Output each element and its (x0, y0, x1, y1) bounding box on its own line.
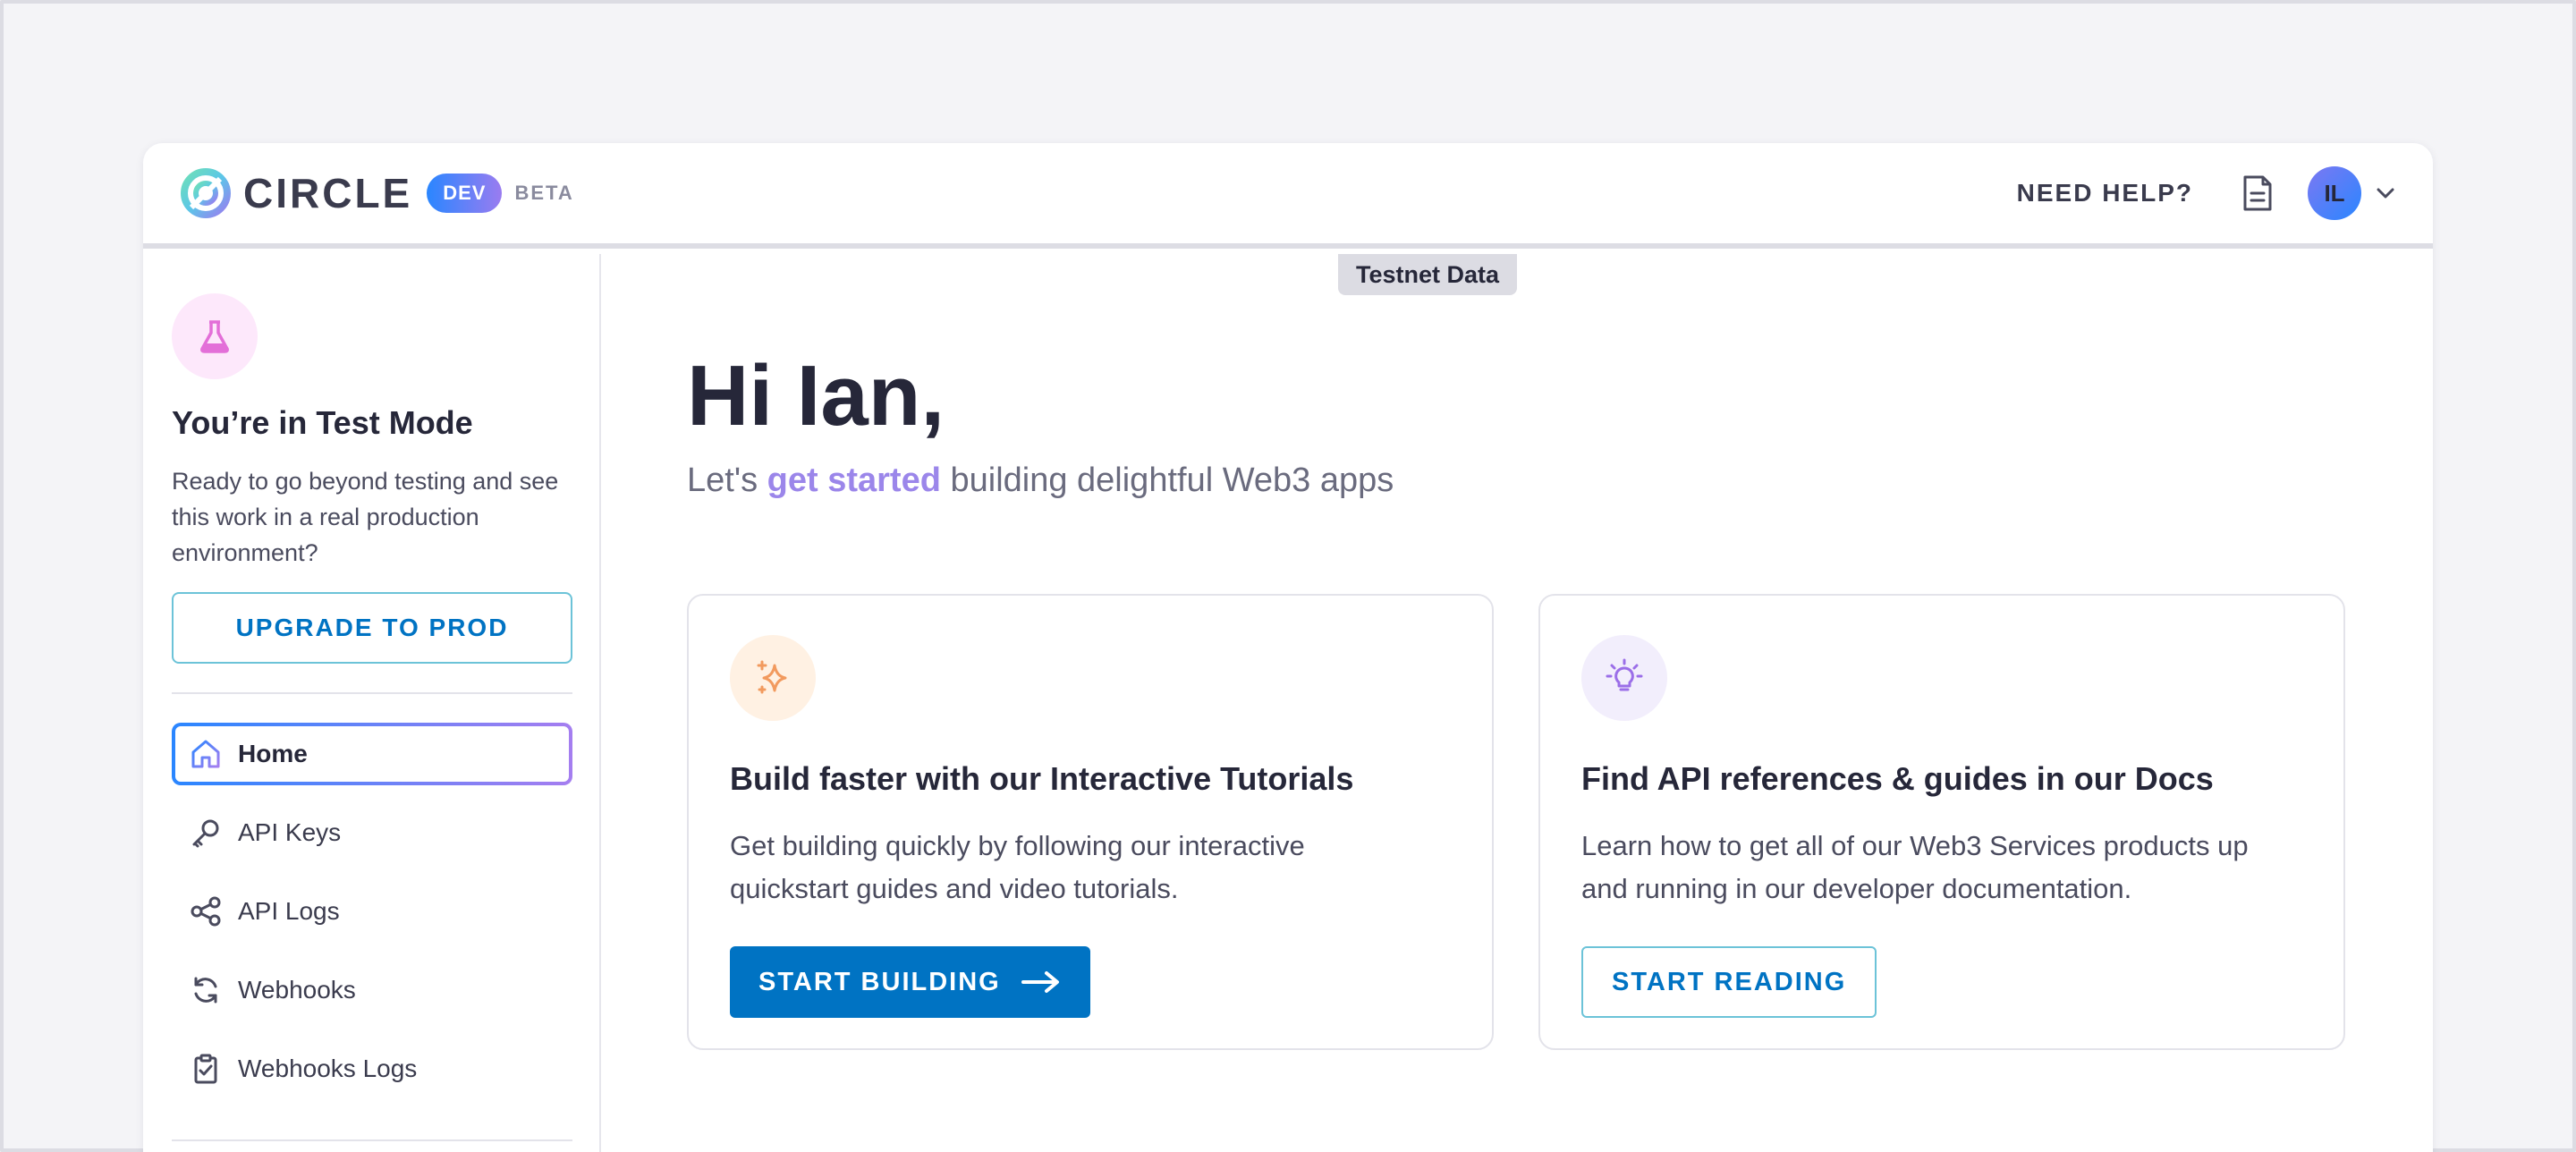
top-bar: CIRCLE DEV BETA NEED HELP? IL (143, 143, 2433, 249)
lightbulb-icon (1581, 635, 1667, 721)
start-reading-button[interactable]: START READING (1581, 946, 1877, 1018)
upgrade-to-prod-button[interactable]: UPGRADE TO PROD (172, 592, 572, 664)
card-description: Get building quickly by following our in… (730, 830, 1305, 904)
sidebar-item-label: Webhooks (238, 976, 356, 1004)
sidebar: You’re in Test Mode Ready to go beyond t… (143, 254, 601, 1152)
button-label: START READING (1612, 967, 1847, 996)
brand-name: CIRCLE (243, 170, 413, 216)
circle-logo-icon (181, 168, 231, 218)
arrow-right-icon (1021, 971, 1059, 993)
refresh-icon (188, 972, 224, 1008)
header-actions: NEED HELP? IL (2017, 166, 2397, 220)
subtitle-suffix: building delightful Web3 apps (940, 462, 1394, 499)
app-window: CIRCLE DEV BETA NEED HELP? IL Testnet Da… (143, 143, 2433, 1152)
share-icon (188, 894, 224, 929)
docs-card: Find API references & guides in our Docs… (1538, 594, 2345, 1050)
sidebar-item-api-logs[interactable]: API Logs (172, 880, 572, 943)
need-help-link[interactable]: NEED HELP? (2017, 179, 2193, 208)
test-mode-description: Ready to go beyond testing and see this … (172, 468, 559, 566)
test-mode-title: You’re in Test Mode (172, 404, 473, 441)
sidebar-divider-bottom (172, 1139, 572, 1141)
sidebar-item-label: API Logs (238, 897, 340, 925)
dev-badge: DEV (427, 174, 503, 213)
sidebar-divider (172, 692, 572, 694)
user-avatar[interactable]: IL (2308, 166, 2361, 220)
subtitle-prefix: Let's (687, 462, 767, 499)
sidebar-item-label: Webhooks Logs (238, 1055, 418, 1082)
sidebar-item-webhooks[interactable]: Webhooks (172, 959, 572, 1021)
sparkle-icon (730, 635, 816, 721)
start-building-button[interactable]: START BUILDING (730, 946, 1090, 1018)
circle-logo[interactable]: CIRCLE DEV BETA (179, 166, 574, 220)
greeting-subtitle: Let's get started building delightful We… (687, 462, 1394, 500)
card-title: Build faster with our Interactive Tutori… (730, 760, 1354, 797)
sidebar-item-label: Home (238, 740, 308, 767)
card-title: Find API references & guides in our Docs (1581, 760, 2214, 797)
sidebar-item-home[interactable]: Home (172, 723, 572, 785)
testnet-data-tab: Testnet Data (1338, 254, 1518, 295)
greeting-heading: Hi Ian, (687, 348, 945, 444)
sidebar-nav: Home API Keys API Logs Webhooks Webhooks… (172, 723, 571, 1100)
sidebar-item-webhooks-logs[interactable]: Webhooks Logs (172, 1038, 572, 1100)
sidebar-item-api-keys[interactable]: API Keys (172, 801, 572, 864)
document-icon[interactable] (2240, 172, 2275, 215)
card-description: Learn how to get all of our Web3 Service… (1581, 830, 2249, 904)
home-icon (188, 736, 224, 772)
sidebar-item-label: API Keys (238, 818, 342, 846)
clipboard-check-icon (188, 1051, 224, 1087)
beta-label: BETA (514, 182, 574, 204)
chevron-down-icon[interactable] (2374, 182, 2397, 205)
tutorials-card: Build faster with our Interactive Tutori… (687, 594, 1494, 1050)
key-icon (188, 815, 224, 851)
subtitle-accent: get started (767, 462, 941, 499)
button-label: START BUILDING (758, 967, 1001, 996)
flask-icon (172, 293, 258, 379)
